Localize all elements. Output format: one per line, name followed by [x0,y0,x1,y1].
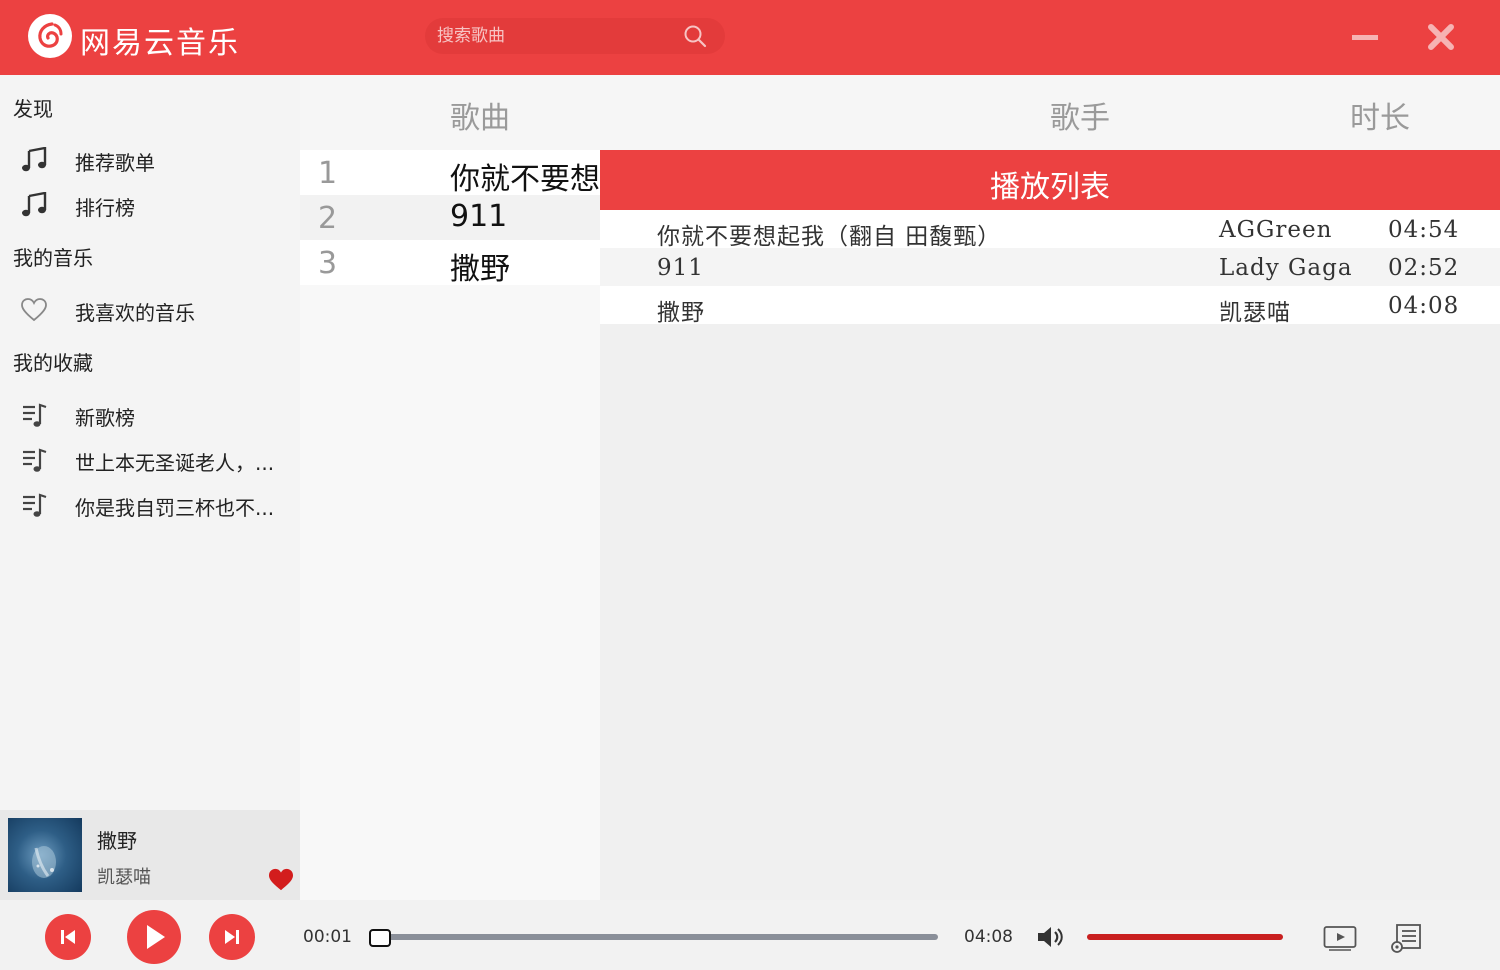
volume-fill [1087,934,1283,940]
playlist-artist: Lady Gaga [1219,255,1353,281]
playlist-panel: 播放列表 你就不要想起我（翻自 田馥甄） AGGreen 04:54 911 L… [600,150,1500,900]
sidebar-item-label: 推荐歌单 [75,151,155,175]
progress-bar[interactable] [370,934,938,940]
sidebar-heading-my-music: 我的音乐 [13,246,93,270]
song-name: 你就不要想 [450,162,600,197]
play-icon [147,925,165,949]
next-button[interactable] [209,914,255,960]
now-playing-title: 撒野 [97,829,137,853]
app-logo-icon [28,14,72,58]
previous-icon [61,930,75,944]
song-row[interactable]: 2 911 [300,195,600,240]
sidebar-item-playlist-christmas[interactable]: 世上本无圣诞老人，... [18,439,293,479]
video-icon[interactable] [1323,925,1357,951]
song-name: 911 [450,199,508,234]
total-time: 04:08 [964,927,1013,947]
app-title: 网易云音乐 [80,26,240,61]
now-playing-card[interactable]: 撒野 凯瑟喵 [0,810,300,900]
close-icon[interactable] [1426,22,1456,52]
progress-handle[interactable] [369,929,391,947]
music-note-icon [22,147,47,172]
playlist-toggle-icon[interactable] [1390,923,1422,953]
search-box[interactable] [425,18,725,54]
sidebar-item-liked-music[interactable]: 我喜欢的音乐 [18,289,293,329]
previous-button[interactable] [45,914,91,960]
song-list-header: 歌曲 歌手 时长 [300,75,1500,150]
sidebar-item-label: 排行榜 [75,196,135,220]
playlist-row[interactable]: 911 Lady Gaga 02:52 [600,248,1500,286]
volume-icon[interactable] [1036,925,1064,949]
playlist-icon [23,403,47,427]
song-number: 3 [318,246,338,281]
search-input[interactable] [425,18,675,54]
column-header-artist[interactable]: 歌手 [1050,93,1110,137]
song-number: 2 [318,201,338,236]
playlist-title: 播放列表 [990,170,1110,205]
next-icon [225,930,239,944]
playlist-artist: 凯瑟喵 [1219,300,1291,326]
sidebar-item-label: 新歌榜 [75,406,135,430]
play-button[interactable] [127,910,181,964]
sidebar-item-playlist-three-cups[interactable]: 你是我自罚三杯也不... [18,484,293,524]
playlist-row[interactable]: 撒野 凯瑟喵 04:08 [600,286,1500,326]
sidebar: 发现 推荐歌单 排行榜 我的音乐 我喜欢的音乐 我的收藏 新歌榜 世上本无圣诞老… [0,75,300,810]
playlist-header: 播放列表 [600,150,1500,210]
now-playing-artist: 凯瑟喵 [97,867,151,888]
liked-heart-icon[interactable] [268,868,294,892]
song-name: 撒野 [450,252,510,287]
playlist-duration: 04:54 [1388,217,1460,243]
column-header-duration[interactable]: 时长 [1350,93,1410,137]
playlist-song-name: 你就不要想起我（翻自 田馥甄） [657,224,1002,250]
sidebar-item-label: 我喜欢的音乐 [75,301,195,325]
playlist-duration: 04:08 [1388,293,1460,319]
column-header-song[interactable]: 歌曲 [450,93,510,137]
playlist-song-name: 911 [657,255,704,281]
sidebar-heading-favorites: 我的收藏 [13,351,93,375]
current-time: 00:01 [303,927,352,947]
sidebar-item-new-songs[interactable]: 新歌榜 [18,394,293,434]
playlist-artist: AGGreen [1219,217,1333,243]
heart-icon [21,298,47,322]
volume-slider[interactable] [1087,934,1283,940]
playlist-icon [23,448,47,472]
title-bar: 网易云音乐 [0,0,1500,75]
song-row[interactable]: 1 你就不要想 [300,150,600,197]
playlist-icon [23,493,47,517]
playlist-duration: 02:52 [1388,255,1460,281]
playlist-row[interactable]: 你就不要想起我（翻自 田馥甄） AGGreen 04:54 [600,210,1500,250]
sidebar-item-recommended-playlists[interactable]: 推荐歌单 [18,139,293,179]
sidebar-item-charts[interactable]: 排行榜 [18,184,293,224]
music-note-icon [22,192,47,217]
playlist-song-name: 撒野 [657,300,705,326]
song-row[interactable]: 3 撒野 [300,240,600,287]
sidebar-item-label: 你是我自罚三杯也不... [75,496,275,520]
song-list: 1 你就不要想 2 911 3 撒野 [300,150,600,900]
minimize-icon[interactable] [1350,22,1380,52]
album-cover[interactable] [8,818,82,892]
search-icon[interactable] [683,24,707,48]
song-number: 1 [318,156,338,191]
player-bar: 00:01 04:08 [0,900,1500,970]
sidebar-item-label: 世上本无圣诞老人，... [75,451,275,475]
sidebar-heading-discover: 发现 [13,97,53,121]
